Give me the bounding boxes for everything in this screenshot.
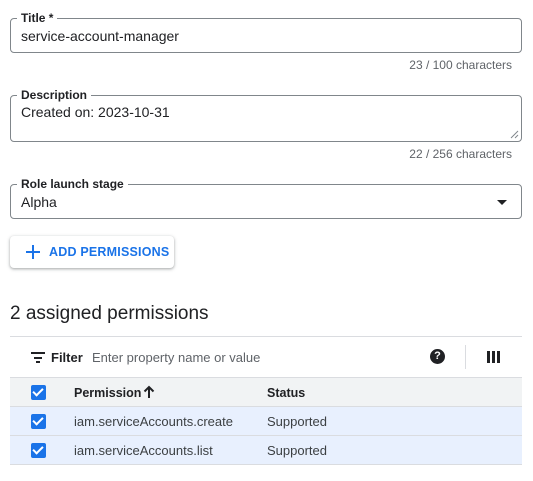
column-header-permission[interactable]: Permission [74,386,141,401]
launch-stage-value: Alpha [21,194,57,210]
description-field[interactable]: Description Created on: 2023-10-31 [10,88,522,142]
toolbar-divider [465,345,466,369]
title-char-counter: 23 / 100 characters [409,58,512,72]
title-input[interactable]: service-account-manager [21,28,179,44]
add-permissions-label: ADD PERMISSIONS [49,245,170,259]
sort-ascending-icon[interactable] [143,385,155,399]
help-icon[interactable]: ? [430,349,445,364]
permission-cell: iam.serviceAccounts.list [74,443,213,458]
plus-icon [25,244,41,260]
row-checkbox[interactable] [31,414,46,429]
launch-stage-select[interactable]: Role launch stage Alpha [10,177,522,219]
title-label: Title * [17,11,58,25]
status-cell: Supported [267,443,327,458]
add-permissions-button[interactable]: ADD PERMISSIONS [10,236,174,268]
filter-icon[interactable] [31,352,45,363]
status-cell: Supported [267,414,327,429]
dropdown-arrow-icon [497,200,507,205]
table-header-row: Permission Status [10,377,522,407]
filter-label: Filter [51,350,83,365]
filter-bar: Filter ? [10,336,522,377]
title-field[interactable]: Title * service-account-manager [10,11,522,53]
description-label: Description [17,88,92,102]
filter-input[interactable] [92,345,392,369]
launch-stage-label: Role launch stage [17,177,128,191]
description-char-counter: 22 / 256 characters [409,147,512,161]
table-row[interactable]: iam.serviceAccounts.create Supported [10,407,522,436]
resize-handle-icon[interactable] [510,130,519,139]
assigned-permissions-heading: 2 assigned permissions [10,303,209,324]
column-header-status[interactable]: Status [267,386,305,401]
permission-cell: iam.serviceAccounts.create [74,414,233,429]
description-textarea[interactable]: Created on: 2023-10-31 [21,104,170,120]
column-display-icon[interactable] [487,351,500,363]
permissions-table: Permission Status iam.serviceAccounts.cr… [10,377,522,465]
table-row[interactable]: iam.serviceAccounts.list Supported [10,436,522,465]
row-checkbox[interactable] [31,443,46,458]
select-all-checkbox[interactable] [31,385,46,400]
